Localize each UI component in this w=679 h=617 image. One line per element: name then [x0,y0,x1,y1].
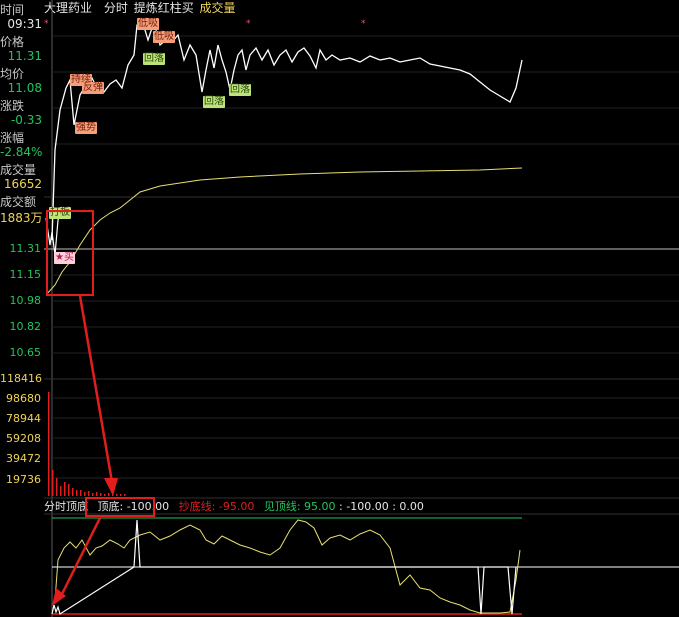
indicator-panel-name[interactable]: 分时顶底 [44,500,88,513]
signal-tag-sell[interactable]: 回落 [203,96,225,108]
annotation-box [46,210,94,296]
annotation-arrow [58,517,102,599]
marker-star: * [361,19,366,29]
bottom-line-value: 抄底线: -95.00 [178,500,255,513]
annotation-arrowhead [104,478,118,496]
top-line-value: 见顶线: 95.00 [263,500,336,513]
signal-tag-buy[interactable]: 强势 [75,122,97,134]
signal-tag-buy[interactable]: 低吸 [153,31,175,43]
marker-star: * [44,19,49,29]
extra-values: : -100.00 : 0.00 [339,500,424,513]
annotation-arrow [78,295,114,483]
annotation-box [85,497,155,517]
signal-tag-buy[interactable]: 低吸 [137,18,159,30]
signal-tag-sell[interactable]: 回落 [143,53,165,65]
average-price-line [45,167,523,296]
signal-tag-sell[interactable]: 回落 [229,84,251,96]
marker-star: * [246,19,251,29]
chart-grid [52,35,679,479]
signal-tag-buy[interactable]: 反弹 [82,82,104,94]
price-line [51,18,523,241]
